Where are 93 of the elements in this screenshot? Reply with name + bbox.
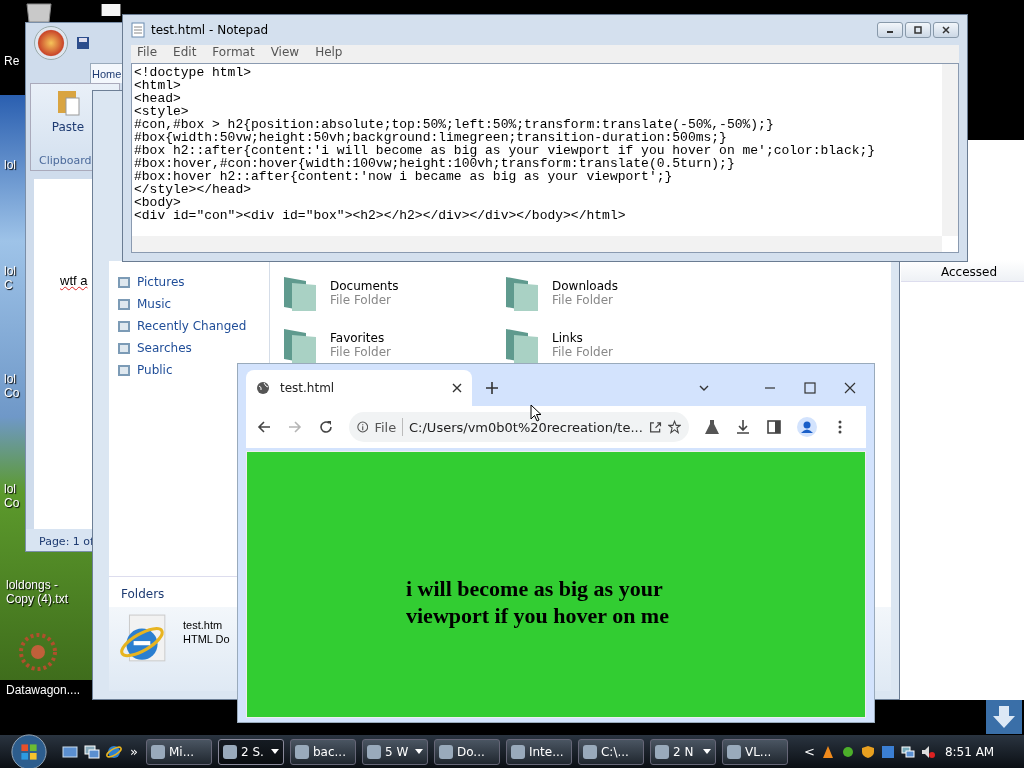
globe-icon — [256, 381, 270, 395]
taskbar-button[interactable]: Do... — [433, 738, 500, 765]
taskbar-button[interactable]: 2 S. — [217, 738, 284, 765]
code-line: #box:hover h2::after{content:'now i became as big as your viewport';} — [134, 170, 673, 183]
desktop-icon-label[interactable]: loldongs - Copy (4).txt — [6, 578, 78, 606]
nav-item[interactable]: Music — [109, 293, 172, 315]
address-bar[interactable]: File C:/Users/vm0b0t%20recreation/te... — [349, 412, 689, 442]
desktop-icon-label[interactable]: Re — [4, 54, 21, 68]
back-arrow-icon[interactable] — [256, 419, 272, 435]
ribbon-group-label: Clipboard — [38, 154, 93, 169]
speaker-muted-icon[interactable] — [920, 744, 935, 759]
nav-item[interactable]: Searches — [109, 337, 192, 359]
flask-icon[interactable] — [704, 419, 720, 435]
close-icon — [941, 25, 951, 35]
taskbar-button[interactable]: VL... — [721, 738, 788, 765]
horizontal-scrollbar[interactable] — [132, 236, 942, 252]
traffic-cone-icon[interactable] — [820, 744, 835, 759]
notepad-icon — [131, 22, 145, 38]
app-menu-button[interactable] — [34, 26, 68, 60]
close-button[interactable] — [933, 22, 959, 38]
vertical-scrollbar[interactable] — [942, 64, 958, 236]
text-editor[interactable] — [131, 63, 959, 253]
code-line: #box{width:50vw;height:50vh;background:limegreen;transition-duration:500ms;} — [134, 131, 727, 144]
folder-item[interactable]: Links File Folder — [502, 325, 724, 365]
url-scheme-label: File — [374, 419, 397, 435]
menu-item[interactable]: Format — [212, 45, 255, 63]
nav-item[interactable]: Public — [109, 359, 173, 381]
folder-icon — [117, 319, 131, 333]
menu-item[interactable]: File — [137, 45, 158, 63]
code-line: <!doctype html> — [134, 66, 253, 79]
taskbar-button[interactable]: Inte... — [505, 738, 572, 765]
reload-icon[interactable] — [318, 419, 334, 435]
folder-icon — [117, 363, 131, 377]
code-line: <body> — [134, 196, 181, 209]
overflow-button[interactable]: » — [130, 744, 138, 759]
window-switch-icon[interactable] — [84, 743, 100, 760]
menu-item[interactable]: Edit — [173, 45, 197, 63]
browser-tab[interactable]: test.html — [246, 370, 472, 406]
code-line: #box:hover,#con:hover{width:100vw;height:100vh;transform:translate(0.5turn);} — [134, 157, 736, 170]
code-line: </style></head> — [134, 183, 252, 196]
folder-item[interactable]: Documents File Folder — [280, 273, 502, 313]
info-icon[interactable] — [357, 420, 369, 434]
maximize-icon[interactable] — [804, 382, 816, 394]
taskbar-button[interactable]: 5 W — [361, 738, 428, 765]
folder-icon — [117, 297, 131, 311]
code-line: #con,#box > h2{position:absolute;top:50%;left:50%;transform:translate(-50%,-50%);} — [134, 118, 775, 131]
star-icon[interactable] — [667, 419, 681, 435]
clipboard-icon — [56, 88, 80, 116]
taskbar-button[interactable]: 2 N — [649, 738, 716, 765]
shield-icon[interactable] — [860, 744, 875, 759]
maximize-button[interactable] — [905, 22, 931, 38]
folder-item[interactable]: Favorites File Folder — [280, 325, 502, 365]
code-line: <head> — [134, 92, 182, 105]
maximize-icon — [913, 25, 923, 35]
folder-item[interactable]: Downloads File Folder — [502, 273, 724, 313]
menu-item[interactable]: Help — [315, 45, 343, 63]
taskbar-button[interactable]: Mi... — [145, 738, 212, 765]
download-icon[interactable] — [735, 419, 751, 435]
document-text: wtf a — [60, 273, 88, 288]
browser-e-icon[interactable] — [106, 743, 122, 760]
folders-toggle[interactable]: Folders — [121, 587, 165, 601]
tray-expand-button[interactable]: < — [803, 744, 815, 759]
new-tab-icon[interactable] — [486, 382, 498, 394]
taskbar-button[interactable]: bac... — [289, 738, 356, 765]
close-icon[interactable] — [844, 382, 856, 394]
paste-button[interactable]: Paste — [31, 84, 91, 134]
status-dot-icon[interactable] — [840, 744, 855, 759]
code-line: <html> — [134, 79, 182, 92]
window-title: test.html - Notepad — [151, 23, 269, 37]
desktop-icon-label[interactable]: Datawagon.... — [6, 683, 78, 697]
side-panel-icon[interactable] — [766, 419, 782, 435]
menu-item[interactable]: View — [270, 45, 300, 63]
taskbar-button[interactable]: C:\... — [577, 738, 644, 765]
save-icon[interactable] — [76, 36, 90, 50]
code-line: <div id="con"><div id="box"><h2></h2></div></div></body></html> — [134, 209, 627, 222]
close-icon[interactable] — [452, 383, 462, 393]
minimize-button[interactable] — [877, 22, 903, 38]
url-text: C:/Users/vm0b0t%20recreation/te... — [409, 419, 643, 435]
profile-avatar-icon[interactable] — [797, 417, 817, 437]
code-line: #box h2::after{content:'i will become as big as your viewport if you hover on me';color:black;} — [134, 144, 877, 157]
nav-item[interactable]: Pictures — [109, 271, 185, 293]
clock[interactable]: 8:51 AM — [944, 744, 995, 759]
nav-item[interactable]: Recently Changed — [109, 315, 247, 337]
folder-icon — [117, 341, 131, 355]
folder-icon — [117, 275, 131, 289]
desktop-icon[interactable] — [62, 743, 78, 760]
document-icon[interactable] — [100, 4, 122, 16]
start-button[interactable] — [10, 732, 48, 768]
share-icon[interactable] — [648, 419, 662, 435]
desktop-icon-label[interactable]: lol Co — [4, 482, 21, 510]
network-icon[interactable] — [900, 744, 915, 759]
code-line: <style> — [134, 105, 189, 118]
ribbon-tab[interactable]: Home — [90, 63, 124, 83]
